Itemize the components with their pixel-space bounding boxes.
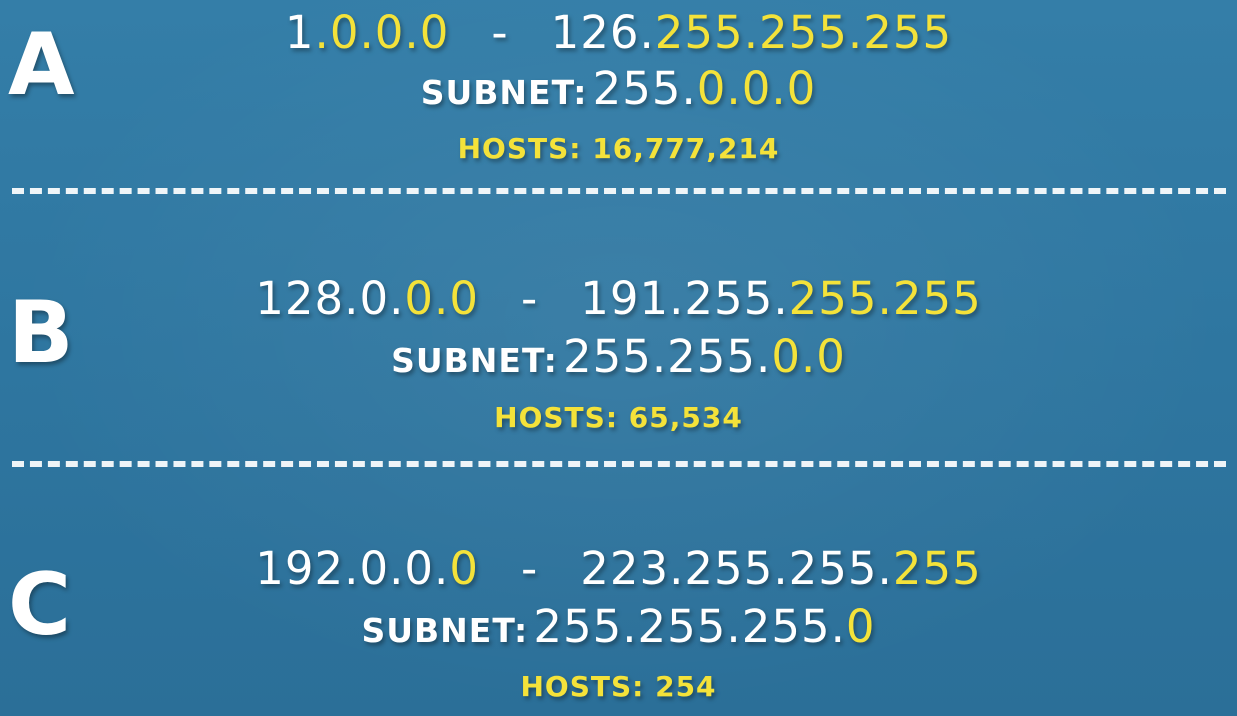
subnet-host: 0.0 — [771, 330, 846, 383]
range-end-host: 255.255.255 — [654, 6, 953, 59]
subnet-label: SUBNET: — [391, 341, 558, 380]
range-end-host: 255.255 — [788, 272, 982, 325]
ip-range: 1.0.0.0-126.255.255.255 — [0, 6, 1237, 59]
ip-range: 128.0.0.0-191.255.255.255 — [0, 272, 1237, 325]
subnet-label: SUBNET: — [420, 73, 588, 112]
subnet-mask: SUBNET: 255.255.0.0 — [0, 330, 1237, 383]
range-end-host: 255 — [892, 542, 982, 595]
range-start-host: 0 — [449, 542, 479, 595]
range-start-network: 128.0. — [255, 272, 405, 325]
subnet-network: 255.255. — [562, 330, 772, 383]
subnet-host: 0 — [845, 600, 876, 653]
range-separator: - — [491, 6, 509, 59]
range-end-network: 126. — [550, 6, 655, 59]
range-separator: - — [520, 542, 539, 595]
subnet-mask: SUBNET: 255.255.255.0 — [0, 600, 1237, 653]
host-count: HOSTS: 254 — [520, 670, 717, 703]
subnet-label: SUBNET: — [361, 611, 529, 650]
range-start-network: 1 — [284, 6, 315, 59]
range-end-network: 191.255. — [580, 272, 789, 325]
range-start-network: 192.0.0. — [255, 542, 450, 595]
subnet-host: 0.0.0 — [696, 62, 817, 115]
range-separator: - — [520, 272, 539, 325]
subnet-mask: SUBNET: 255.0.0.0 — [0, 62, 1237, 115]
subnet-network: 255.255.255. — [533, 600, 846, 653]
range-end-network: 223.255.255. — [580, 542, 893, 595]
subnet-network: 255. — [592, 62, 697, 115]
host-count: HOSTS: 65,534 — [494, 401, 743, 434]
range-start-host: 0.0 — [404, 272, 479, 325]
section-divider — [12, 461, 1226, 467]
range-start-host: .0.0.0 — [314, 6, 450, 59]
ip-range: 192.0.0.0-223.255.255.255 — [0, 542, 1237, 595]
host-count: HOSTS: 16,777,214 — [457, 132, 780, 165]
section-divider — [12, 188, 1226, 194]
